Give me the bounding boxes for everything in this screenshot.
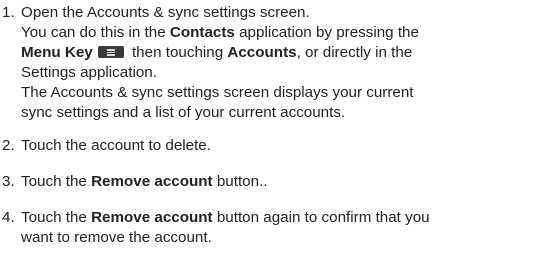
- step-1-title: Open the Accounts & sync settings screen…: [21, 4, 310, 21]
- step-4-number: 4.: [2, 209, 15, 226]
- step-1-line-4: Settings application.: [21, 64, 157, 81]
- step-3-number: 3.: [2, 173, 15, 190]
- menu-key-icon: [97, 46, 124, 58]
- remove-account-label: Remove account: [91, 209, 213, 226]
- step-1-line-2: You can do this in the Contacts applicat…: [21, 24, 419, 41]
- contacts-app-name: Contacts: [169, 24, 235, 41]
- menu-key-label: Menu Key: [21, 44, 93, 61]
- step-1-line-5: The Accounts & sync settings screen disp…: [21, 84, 414, 101]
- step-3-text: Touch the Remove account button..: [21, 173, 268, 190]
- step-4-line-1: Touch the Remove account button again to…: [21, 209, 430, 226]
- step-4-line-2: want to remove the account.: [21, 229, 212, 246]
- step-1-line-3: Menu Key then touching Accounts, or dire…: [21, 44, 413, 61]
- step-1-line-6: sync settings and a list of your current…: [21, 104, 346, 121]
- step-1-number: 1.: [2, 4, 15, 21]
- accounts-label: Accounts: [227, 44, 297, 61]
- step-2-number: 2.: [2, 137, 15, 154]
- remove-account-label: Remove account: [91, 173, 213, 190]
- step-2-text: Touch the account to delete.: [21, 137, 211, 154]
